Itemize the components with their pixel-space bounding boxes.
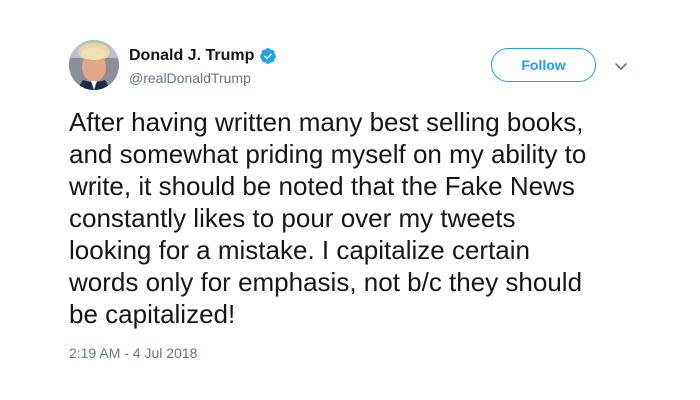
tweet-card: Donald J. Trump @realDonaldTrump Follow … (0, 0, 700, 400)
display-name[interactable]: Donald J. Trump (129, 47, 254, 65)
username-handle[interactable]: @realDonaldTrump (129, 70, 251, 86)
follow-button[interactable]: Follow (491, 48, 596, 82)
verified-badge-icon (259, 47, 277, 65)
avatar-image (69, 40, 119, 90)
chevron-down-icon[interactable] (613, 58, 629, 74)
tweet-timestamp[interactable]: 2:19 AM - 4 Jul 2018 (69, 345, 197, 361)
tweet-text: After having written many best selling b… (69, 107, 587, 329)
display-name-row: Donald J. Trump (129, 46, 277, 66)
avatar[interactable] (69, 40, 119, 90)
